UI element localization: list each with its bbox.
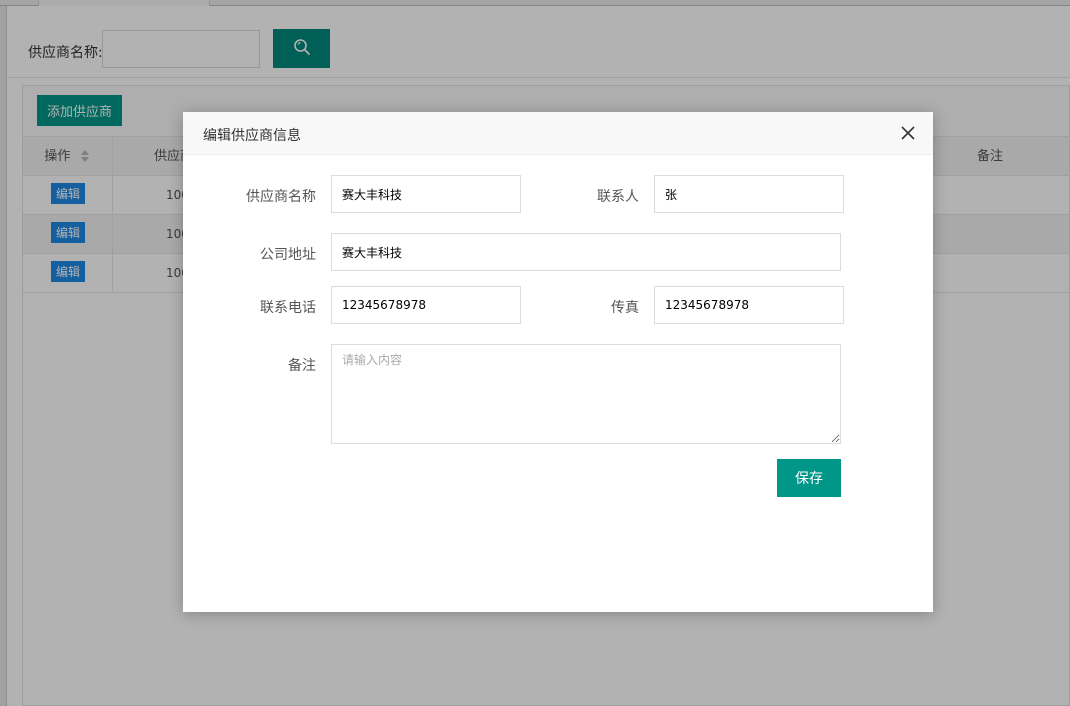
supplier-name-label: 供应商名称	[246, 189, 316, 205]
supplier-name-field[interactable]	[331, 175, 521, 213]
close-button[interactable]	[897, 123, 919, 145]
fax-field[interactable]	[654, 286, 844, 324]
phone-field[interactable]	[331, 286, 521, 324]
dialog-title: 编辑供应商信息	[203, 128, 301, 144]
contact-label: 联系人	[597, 189, 639, 205]
close-icon	[901, 125, 915, 143]
address-field[interactable]	[331, 233, 841, 271]
edit-supplier-dialog: 编辑供应商信息 供应商名称 联系人 公司地址 联系电话 传真 备注 保存	[183, 112, 933, 612]
address-label: 公司地址	[260, 247, 316, 263]
fax-label: 传真	[611, 300, 639, 316]
phone-label: 联系电话	[260, 300, 316, 316]
contact-field[interactable]	[654, 175, 844, 213]
remark-label: 备注	[288, 358, 316, 374]
save-button[interactable]: 保存	[777, 459, 841, 497]
remark-textarea[interactable]	[331, 344, 841, 444]
dialog-header: 编辑供应商信息	[183, 112, 933, 155]
